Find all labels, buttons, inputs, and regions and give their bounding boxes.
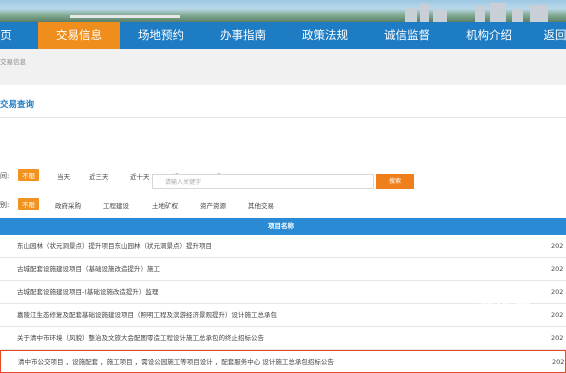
watermark: 首选网 <box>478 301 532 321</box>
category-filter-land[interactable]: 土地矿权 <box>152 200 178 210</box>
row-project-name[interactable]: 关于清中市环境（风貌）整治及文旅大会配图零造工程设计施工总承包的终止招标公告 <box>17 327 264 349</box>
banner-building <box>420 4 429 22</box>
category-filter-procurement[interactable]: 政府采购 <box>55 200 81 210</box>
row-project-name[interactable]: 嘉陵江生态修复及配套基础设施建设项目（照明工程及滨游经济景观提升）设计施工总承包 <box>17 304 277 326</box>
banner-building <box>530 5 548 22</box>
nav-item-back[interactable]: 返回 <box>530 22 566 49</box>
row-project-name[interactable]: 东山园林（状元洞景点）提升项目东山园林（状元洞景点）提升项目 <box>17 235 212 257</box>
row-date: 202 <box>551 334 564 342</box>
table-row[interactable]: 古城配套设施建设项目（基础设施改造提升）施工 202 <box>0 258 566 281</box>
time-filter-3days[interactable]: 近三天 <box>89 171 109 181</box>
row-date: 202 <box>551 288 564 296</box>
table-header: 项目名称 <box>0 218 566 235</box>
time-filter-all[interactable]: 不限 <box>18 169 39 181</box>
nav-item-service-guide[interactable]: 办事指南 <box>202 22 284 49</box>
banner-building <box>475 6 485 22</box>
category-filter-other[interactable]: 其他交易 <box>248 200 274 210</box>
row-date: 202 <box>551 242 564 250</box>
row-date: 202 <box>552 358 565 366</box>
row-project-name[interactable]: 古城配套设施建设项目-(基础设施改造提升）监理 <box>17 281 158 303</box>
nav-item-home[interactable]: 页 <box>0 22 26 49</box>
time-filter-10days[interactable]: 近十天 <box>130 171 150 181</box>
nav-item-trading-info[interactable]: 交易信息 <box>38 22 120 49</box>
row-date: 202 <box>551 265 564 273</box>
query-title: 交易查询 <box>0 100 35 110</box>
nav-item-venue-booking[interactable]: 场地预约 <box>120 22 202 49</box>
breadcrumb[interactable]: 交易信息 <box>0 56 26 66</box>
header-banner-image <box>0 0 566 22</box>
banner-building <box>512 9 523 22</box>
banner-building <box>405 8 417 22</box>
row-project-name[interactable]: 清中市公交项目 ，设施配套 ，施工项目 ，需设公园施工等项目设计 ，配套服务中心… <box>18 351 334 373</box>
category-filter-construction[interactable]: 工程建设 <box>103 200 129 210</box>
banner-building <box>490 3 506 22</box>
time-filter-label: 间: <box>0 172 10 180</box>
category-filter-assets[interactable]: 资产资源 <box>200 200 226 210</box>
row-date: 202 <box>551 311 564 319</box>
row-project-name[interactable]: 古城配套设施建设项目（基础设施改造提升）施工 <box>17 258 160 280</box>
search-input[interactable]: 请输入关键字 <box>152 174 374 189</box>
category-filter-label: 别: <box>0 201 10 209</box>
column-header-name: 项目名称 <box>268 222 294 230</box>
nav-item-about[interactable]: 机构介绍 <box>448 22 530 49</box>
nav-item-policies[interactable]: 政策法规 <box>284 22 366 49</box>
main-nav: 页 交易信息 场地预约 办事指南 政策法规 诚信监督 机构介绍 返回 <box>0 22 566 49</box>
category-filter-all[interactable]: 不限 <box>18 198 39 210</box>
search-button[interactable]: 搜索 <box>376 174 414 189</box>
nav-item-credit-supervision[interactable]: 诚信监督 <box>366 22 448 49</box>
divider <box>0 117 566 118</box>
banner-building <box>433 10 447 22</box>
table-row-highlighted[interactable]: 清中市公交项目 ，设施配套 ，施工项目 ，需设公园施工等项目设计 ，配套服务中心… <box>0 350 566 373</box>
table-row[interactable]: 东山园林（状元洞景点）提升项目东山园林（状元洞景点）提升项目 202 <box>0 235 566 258</box>
time-filter-today[interactable]: 当天 <box>57 171 70 181</box>
banner-bridge <box>70 15 180 18</box>
table-row[interactable]: 关于清中市环境（风貌）整治及文旅大会配图零造工程设计施工总承包的终止招标公告 2… <box>0 327 566 350</box>
